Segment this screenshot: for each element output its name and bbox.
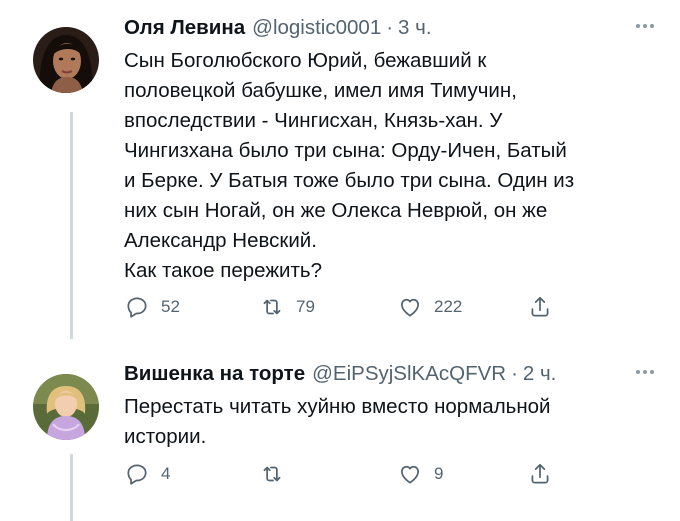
tweet-actions: 52 79 222 xyxy=(124,294,564,324)
tweet-text-line: впоследствии - Чингисхан, Князь-хан. У xyxy=(124,109,503,132)
thread-line xyxy=(70,112,73,339)
tweet-header: Вишенка на торте @EiPSyjSlKAcQFVR · 2 ч. xyxy=(124,360,658,388)
separator: · xyxy=(386,16,394,39)
tweet-text-line: и Берке. У Батыя тоже было три сына. Оди… xyxy=(124,169,575,192)
author-handle[interactable]: @logistic0001 xyxy=(252,14,381,42)
more-icon[interactable] xyxy=(636,370,654,374)
reply-icon xyxy=(124,461,150,487)
like-button[interactable]: 9 xyxy=(397,461,443,487)
tweet-text-line: Чингизхана было три сына: Орду-Ичен, Бат… xyxy=(124,139,567,162)
like-count: 9 xyxy=(434,464,444,483)
reply-count: 52 xyxy=(161,297,180,316)
tweet-text: Сын Боголюбского Юрий, бежавший к полове… xyxy=(124,46,658,286)
timestamp[interactable]: 2 ч. xyxy=(523,360,556,388)
retweet-button[interactable] xyxy=(259,461,296,487)
tweet-text-line: Перестать читать хуйню вместо нормальной xyxy=(124,395,551,418)
tweet-text-line: Сын Боголюбского Юрий, бежавший к xyxy=(124,49,487,72)
author-name[interactable]: Вишенка на торте xyxy=(124,360,305,388)
tweet-actions: 4 9 xyxy=(124,461,564,491)
tweet-text-line: истории. xyxy=(124,425,207,448)
retweet-icon xyxy=(259,294,285,320)
author-name[interactable]: Оля Левина xyxy=(124,14,245,42)
tweet-text-line: Как такое пережить? xyxy=(124,259,322,282)
author-handle[interactable]: @EiPSyjSlKAcQFVR xyxy=(312,360,506,388)
thread-line xyxy=(70,454,73,521)
tweet-text-line: Александр Невский. xyxy=(124,229,317,252)
share-icon xyxy=(527,461,553,487)
reply-button[interactable]: 52 xyxy=(124,294,180,320)
like-icon xyxy=(397,294,423,320)
tweet-text-line: них сын Ногай, он же Олекса Неврюй, он ж… xyxy=(124,199,548,222)
avatar[interactable] xyxy=(33,374,99,440)
more-icon[interactable] xyxy=(636,24,654,28)
tweet[interactable]: Оля Левина @logistic0001 · 3 ч. Сын Бого… xyxy=(124,14,658,286)
like-count: 222 xyxy=(434,297,463,316)
like-icon xyxy=(397,461,423,487)
like-button[interactable]: 222 xyxy=(397,294,462,320)
retweet-button[interactable]: 79 xyxy=(259,294,315,320)
retweet-count: 79 xyxy=(296,297,315,316)
retweet-icon xyxy=(259,461,285,487)
separator: · xyxy=(511,362,518,385)
tweet-text: Перестать читать хуйню вместо нормальной… xyxy=(124,392,658,452)
timestamp[interactable]: 3 ч. xyxy=(398,14,431,42)
tweet[interactable]: Вишенка на торте @EiPSyjSlKAcQFVR · 2 ч.… xyxy=(124,360,658,452)
avatar[interactable] xyxy=(33,27,99,93)
share-icon xyxy=(527,294,553,320)
reply-button[interactable]: 4 xyxy=(124,461,170,487)
share-button[interactable] xyxy=(527,461,553,487)
tweet-text-line: половецкой бабушке, имел имя Тимучин, xyxy=(124,79,517,102)
tweet-header: Оля Левина @logistic0001 · 3 ч. xyxy=(124,14,658,42)
reply-icon xyxy=(124,294,150,320)
share-button[interactable] xyxy=(527,294,553,320)
reply-count: 4 xyxy=(161,464,171,483)
